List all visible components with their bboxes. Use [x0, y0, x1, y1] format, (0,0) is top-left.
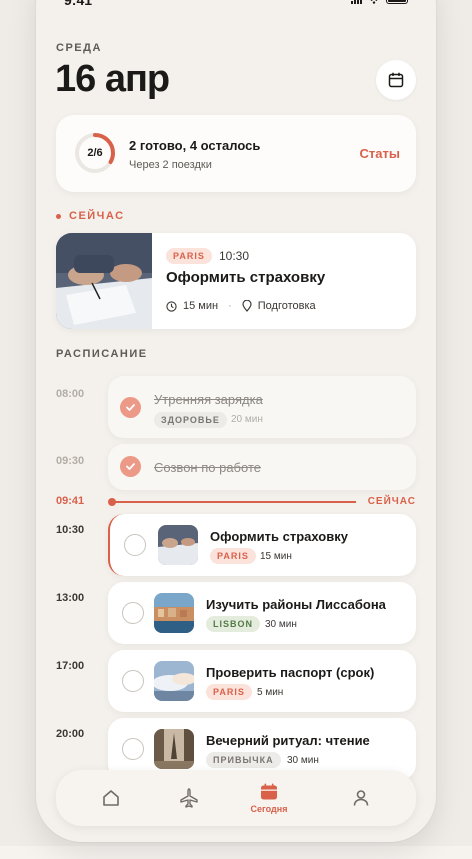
home-icon: [103, 790, 119, 806]
now-section-text: СЕЙЧАС: [69, 210, 125, 222]
eiffel-thumbnail: [154, 729, 194, 769]
schedule-item-duration: 20 мин: [231, 414, 263, 425]
schedule-time: 09:30: [56, 455, 85, 467]
current-task-meta: 15 мин · Подготовка: [166, 300, 316, 312]
signal-icon: [351, 0, 362, 4]
tab-home[interactable]: [66, 770, 156, 826]
tab-trips[interactable]: [144, 770, 234, 826]
battery-icon: [386, 0, 408, 4]
current-task-title: Оформить страховку: [166, 269, 326, 286]
schedule-item-tag: PARIS: [210, 548, 256, 564]
status-icons: [351, 0, 408, 4]
done-check-icon[interactable]: [120, 397, 141, 418]
tab-bar: Сегодня: [56, 770, 416, 826]
page-title: 16 апр: [55, 58, 170, 100]
plane-icon: [180, 788, 198, 808]
progress-subtitle: Через 2 поездки: [129, 159, 212, 171]
schedule-label: РАСПИСАНИЕ: [56, 348, 148, 360]
calendar-icon: [261, 783, 277, 799]
stats-link[interactable]: Статы: [360, 146, 400, 161]
now-line-label: СЕЙЧАС: [367, 496, 416, 507]
schedule-item-duration: 5 мин: [257, 687, 284, 698]
wifi-icon: [370, 0, 378, 4]
tab-today-label: Сегодня: [250, 803, 288, 814]
schedule-item-duration: 15 мин: [260, 551, 292, 562]
meta-separator: ·: [228, 300, 232, 312]
status-time: 9:41: [64, 0, 93, 8]
schedule-item-duration: 30 мин: [265, 619, 297, 630]
current-task-tag: PARIS: [166, 248, 212, 264]
current-task-time: 10:30: [219, 249, 250, 263]
schedule-item-active[interactable]: Оформить страховку PARIS 15 мин: [108, 514, 416, 576]
status-bar: 9:41: [36, 0, 436, 14]
schedule-item-title: Утренняя зарядка: [154, 392, 263, 407]
page-bottom-band: [0, 846, 472, 859]
current-task-card[interactable]: PARIS 10:30 Оформить страховку 15 мин · …: [56, 233, 416, 329]
schedule-item-done[interactable]: Созвон по работе: [108, 444, 416, 490]
tab-profile[interactable]: [316, 770, 406, 826]
schedule-item-tag: LISBON: [206, 616, 261, 632]
current-task-duration: 15 мин: [183, 300, 219, 312]
phone-screen: 9:41 СРЕДА 16 апр 2/6 2 готово, 4 остало…: [36, 0, 436, 842]
schedule-item-duration: 30 мин: [287, 755, 319, 766]
lisbon-thumbnail: [154, 593, 194, 633]
now-line-time: 09:41: [56, 495, 85, 507]
schedule-item-tag: ЗДОРОВЬЕ: [154, 412, 227, 428]
schedule-item-tag: ПРИВЫЧКА: [206, 752, 281, 768]
schedule-item-title: Вечерний ритуал: чтение: [206, 733, 370, 748]
paperwork-thumbnail: [158, 525, 198, 565]
progress-ring-label: 2/6: [87, 147, 103, 159]
location-pin-icon: [242, 300, 252, 312]
schedule-time: 20:00: [56, 728, 85, 740]
schedule-item-title: Изучить районы Лиссабона: [206, 597, 386, 612]
sky-thumbnail: [154, 661, 194, 701]
schedule-item-title: Оформить страховку: [210, 529, 348, 544]
schedule-time: 10:30: [56, 524, 85, 536]
schedule-item[interactable]: Проверить паспорт (срок) PARIS 5 мин: [108, 650, 416, 712]
task-checkbox[interactable]: [122, 670, 144, 692]
current-task-category: Подготовка: [257, 300, 316, 312]
schedule-time: 08:00: [56, 388, 85, 400]
schedule-time: 13:00: [56, 592, 85, 604]
now-dot: [56, 213, 61, 219]
schedule-time: 17:00: [56, 660, 85, 672]
task-checkbox[interactable]: [124, 534, 146, 556]
now-line: [112, 501, 356, 503]
task-checkbox[interactable]: [122, 602, 144, 624]
profile-icon: [353, 790, 369, 806]
task-checkbox[interactable]: [122, 738, 144, 760]
schedule-item-title: Проверить паспорт (срок): [206, 665, 375, 680]
clock-icon: [166, 300, 177, 312]
progress-title: 2 готово, 4 осталось: [129, 138, 261, 153]
schedule-item-title: Созвон по работе: [154, 460, 261, 475]
schedule-item-tag: PARIS: [206, 684, 252, 700]
progress-card: 2/6 2 готово, 4 осталось Через 2 поездки…: [56, 115, 416, 192]
weekday-label: СРЕДА: [56, 42, 102, 54]
tab-today[interactable]: Сегодня: [224, 770, 314, 826]
calendar-button[interactable]: [376, 60, 416, 100]
done-check-icon[interactable]: [120, 456, 141, 477]
now-section-label: СЕЙЧАС: [56, 210, 125, 222]
paperwork-image: [56, 233, 152, 329]
schedule-item-done[interactable]: Утренняя зарядка ЗДОРОВЬЕ 20 мин: [108, 376, 416, 438]
schedule-item[interactable]: Изучить районы Лиссабона LISBON 30 мин: [108, 582, 416, 644]
calendar-icon: [388, 72, 404, 88]
